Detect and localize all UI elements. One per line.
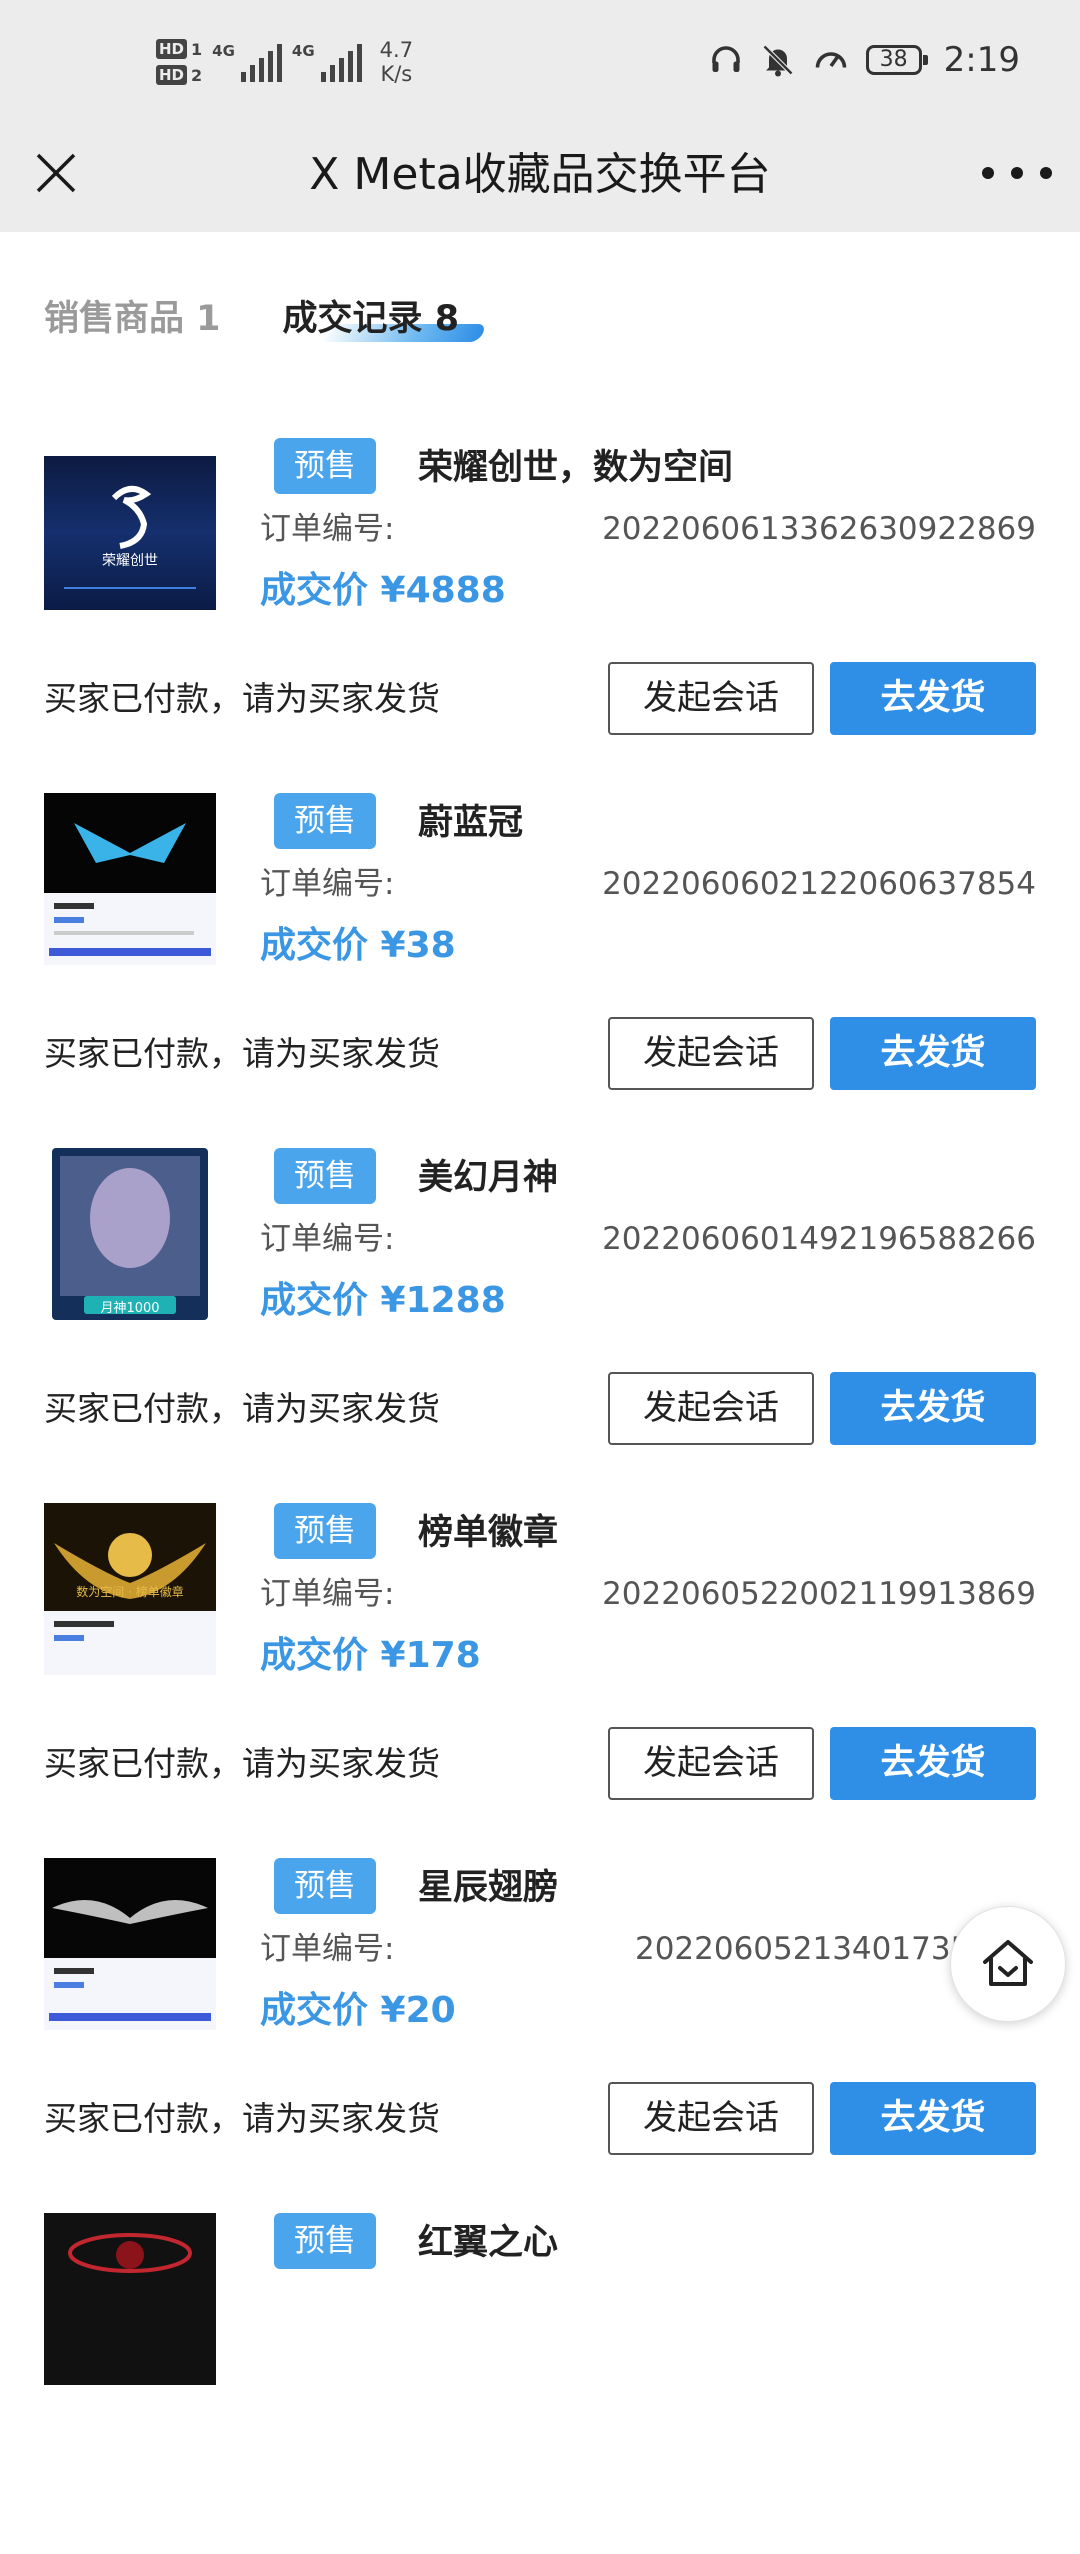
net2-label: 4G <box>291 42 315 60</box>
system-indicators: 38 2:19 <box>708 40 1020 80</box>
speed-unit: K/s <box>380 62 413 86</box>
product-thumbnail[interactable] <box>44 793 216 965</box>
order-number-label: 订单编号: <box>260 866 395 902</box>
product-name: 榜单徽章 <box>418 1513 559 1553</box>
ship-button[interactable]: 去发货 <box>830 1727 1036 1800</box>
hd1-num: 1 <box>191 39 203 59</box>
presale-badge: 预售 <box>274 2213 376 2269</box>
thumbnail-caption: 荣耀创世 <box>102 553 158 569</box>
order-number-label: 订单编号: <box>260 1221 395 1257</box>
start-chat-button[interactable]: 发起会话 <box>608 1017 814 1090</box>
start-chat-button[interactable]: 发起会话 <box>608 1372 814 1445</box>
tab-bar: 销售商品 1 成交记录 8 <box>44 290 487 342</box>
thumbnail-caption: 数为空间 · 榜单徽章 <box>76 1585 184 1599</box>
more-icon <box>982 167 994 179</box>
order-number-label: 订单编号: <box>260 511 395 547</box>
product-name: 红翼之心 <box>418 2223 559 2263</box>
list-item: 荣耀创世 预售 荣耀创世，数为空间 订单编号: 2022060613362630… <box>0 424 1080 779</box>
deal-price: 成交价 ¥178 <box>260 1635 481 1676</box>
list-item: 数为空间 · 榜单徽章 预售 榜单徽章 订单编号: 20220605220021… <box>0 1489 1080 1844</box>
presale-badge: 预售 <box>274 438 376 494</box>
deal-price: 成交价 ¥38 <box>260 925 456 966</box>
hd-indicators: HD 1 HD 2 <box>156 39 202 85</box>
ship-button[interactable]: 去发货 <box>830 1372 1036 1445</box>
product-thumbnail[interactable] <box>44 2213 216 2385</box>
ship-button[interactable]: 去发货 <box>830 2082 1036 2155</box>
product-thumbnail[interactable] <box>44 1858 216 2030</box>
order-number: 2022060601492196588266 <box>602 1221 1036 1257</box>
order-number: 20220606133626309228​69 <box>602 511 1036 547</box>
status-bar: HD 1 HD 2 4G 4G 4.7 K/s 38 2:19 <box>0 0 1080 125</box>
product-thumbnail[interactable]: 月神1000 <box>44 1148 216 1320</box>
home-button[interactable] <box>950 1906 1066 2022</box>
start-chat-button[interactable]: 发起会话 <box>608 2082 814 2155</box>
deal-price: 成交价 ¥4888 <box>260 570 506 611</box>
list-item: 预售 红翼之心 <box>0 2199 1080 2554</box>
presale-badge: 预售 <box>274 793 376 849</box>
more-icon-dot <box>1011 167 1023 179</box>
page-title: X Meta收藏品交换平台 <box>309 149 771 200</box>
product-name: 蔚蓝冠 <box>418 803 524 843</box>
thumbnail-caption: 月神1000 <box>100 1301 160 1316</box>
battery-indicator: 38 <box>865 45 928 75</box>
order-status: 买家已付款，请为买家发货 <box>44 2099 440 2138</box>
list-item: 预售 星辰翅膀 订单编号: 20220605213401735​7 成交价 ¥2… <box>0 1844 1080 2199</box>
hd1-label: HD <box>156 39 188 59</box>
order-number-label: 订单编号: <box>260 1576 395 1612</box>
deal-price: 成交价 ¥20 <box>260 1990 456 2031</box>
order-number: 20220605213401735​7 <box>634 1931 990 1967</box>
product-name: 美幻月神 <box>418 1158 559 1198</box>
tab-transactions-label: 成交记录 8 <box>282 299 460 339</box>
speedometer-icon <box>815 52 846 68</box>
order-number: 2022060522002119913869 <box>602 1576 1036 1612</box>
signal-icon-2: 4G <box>292 42 362 82</box>
product-thumbnail[interactable]: 数为空间 · 榜单徽章 <box>44 1503 216 1675</box>
hd2-num: 2 <box>191 65 203 85</box>
order-status: 买家已付款，请为买家发货 <box>44 1744 440 1783</box>
signal-icon-1: 4G <box>212 42 282 82</box>
headphones-icon <box>711 46 740 72</box>
start-chat-button[interactable]: 发起会话 <box>608 662 814 735</box>
title-bar: X Meta收藏品交换平台 <box>0 125 1080 232</box>
presale-badge: 预售 <box>274 1858 376 1914</box>
more-button[interactable] <box>982 151 1052 195</box>
network-speed: 4.7 K/s <box>380 38 413 86</box>
net1-label: 4G <box>212 42 235 60</box>
presale-badge: 预售 <box>274 1503 376 1559</box>
hd2-label: HD <box>156 65 188 85</box>
presale-badge: 预售 <box>274 1148 376 1204</box>
order-number-label: 订单编号: <box>260 1931 395 1967</box>
order-status: 买家已付款，请为买家发货 <box>44 1389 440 1428</box>
tab-for-sale[interactable]: 销售商品 1 <box>44 290 221 341</box>
list-item: 月神1000 预售 美幻月神 订单编号: 2022060601492196588… <box>0 1134 1080 1489</box>
deal-price: 成交价 ¥1288 <box>260 1280 506 1321</box>
network-indicators: HD 1 HD 2 4G 4G 4.7 K/s <box>156 30 413 94</box>
tab-transactions[interactable]: 成交记录 8 <box>282 290 487 342</box>
order-status: 买家已付款，请为买家发货 <box>44 1034 440 1073</box>
product-name: 荣耀创世，数为空间 <box>418 448 734 488</box>
bell-muted-icon <box>762 44 793 77</box>
ship-button[interactable]: 去发货 <box>830 1017 1036 1090</box>
more-icon-dot <box>1040 167 1052 179</box>
order-number: 2022060602122060637854 <box>602 866 1036 902</box>
speed-value: 4.7 <box>379 38 414 62</box>
order-list: 荣耀创世 预售 荣耀创世，数为空间 订单编号: 2022060613362630… <box>0 424 1080 2554</box>
product-thumbnail[interactable]: 荣耀创世 <box>44 438 216 610</box>
home-icon <box>983 1940 1033 1986</box>
clock: 2:19 <box>943 40 1020 80</box>
product-name: 星辰翅膀 <box>418 1868 559 1908</box>
list-item: 预售 蔚蓝冠 订单编号: 2022060602122060637854 成交价 … <box>0 779 1080 1134</box>
order-status: 买家已付款，请为买家发货 <box>44 679 440 718</box>
start-chat-button[interactable]: 发起会话 <box>608 1727 814 1800</box>
ship-button[interactable]: 去发货 <box>830 662 1036 735</box>
